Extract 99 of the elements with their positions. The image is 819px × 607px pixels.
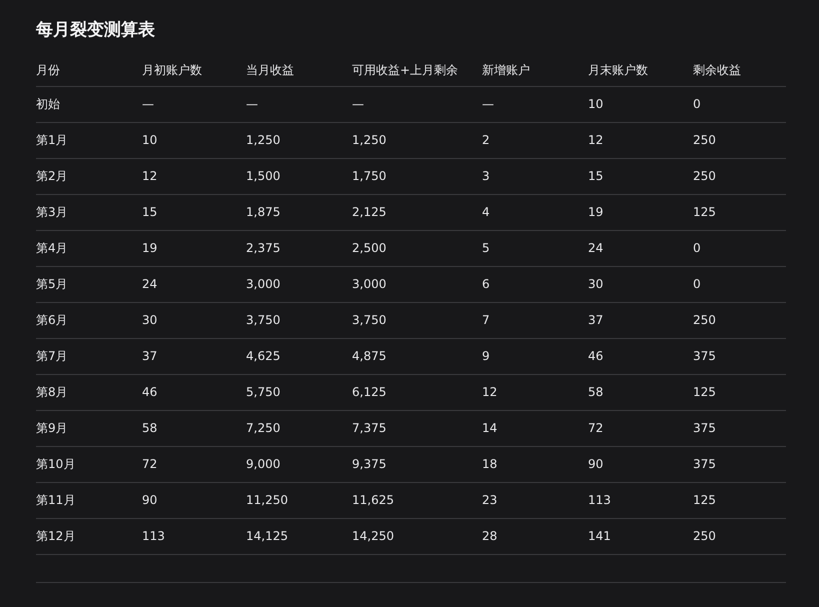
table-cell: 9,000 xyxy=(246,446,352,482)
table-cell: 375 xyxy=(693,338,786,374)
table-cell: 3,000 xyxy=(352,266,482,302)
table-cell: 250 xyxy=(693,518,786,554)
column-header: 月末账户数 xyxy=(588,55,693,86)
table-cell: 初始 xyxy=(36,86,142,122)
table-cell: 125 xyxy=(693,482,786,518)
table-cell: 250 xyxy=(693,158,786,194)
table-cell: — xyxy=(482,86,588,122)
table-cell: 15 xyxy=(588,158,693,194)
table-cell: 3,750 xyxy=(352,302,482,338)
table-cell: 375 xyxy=(693,446,786,482)
table-cell: 15 xyxy=(142,194,246,230)
table-cell: 113 xyxy=(142,518,246,554)
table-cell: 72 xyxy=(142,446,246,482)
table-cell: 4 xyxy=(482,194,588,230)
table-cell: 7 xyxy=(482,302,588,338)
table-cell: 46 xyxy=(588,338,693,374)
table-cell: 37 xyxy=(588,302,693,338)
table-cell: 37 xyxy=(142,338,246,374)
column-header: 新增账户 xyxy=(482,55,588,86)
table-cell: 72 xyxy=(588,410,693,446)
table-cell: 12 xyxy=(588,122,693,158)
table-cell: 14 xyxy=(482,410,588,446)
table-cell: 125 xyxy=(693,374,786,410)
table-cell: 第11月 xyxy=(36,482,142,518)
table-cell: 0 xyxy=(693,86,786,122)
table-cell: 141 xyxy=(588,518,693,554)
table-cell: 2,125 xyxy=(352,194,482,230)
table-cell: 2,375 xyxy=(246,230,352,266)
table-cell: 46 xyxy=(142,374,246,410)
table-cell: 5,750 xyxy=(246,374,352,410)
table-cell: 1,250 xyxy=(352,122,482,158)
table-cell: 14,250 xyxy=(352,518,482,554)
table-cell: 2,500 xyxy=(352,230,482,266)
table-title: 每月裂变测算表 xyxy=(36,19,156,42)
table-cell: 18 xyxy=(482,446,588,482)
table-cell: 1,875 xyxy=(246,194,352,230)
column-header: 当月收益 xyxy=(246,55,352,86)
column-header: 月初账户数 xyxy=(142,55,246,86)
table-cell: 58 xyxy=(142,410,246,446)
table-cell: 11,625 xyxy=(352,482,482,518)
table-cell: 第3月 xyxy=(36,194,142,230)
table-cell: 58 xyxy=(588,374,693,410)
table-cell: 30 xyxy=(588,266,693,302)
table-cell: 9 xyxy=(482,338,588,374)
table-cell: 12 xyxy=(142,158,246,194)
table-cell: 第4月 xyxy=(36,230,142,266)
table-cell: 375 xyxy=(693,410,786,446)
table-cell: 第12月 xyxy=(36,518,142,554)
table-cell: 30 xyxy=(142,302,246,338)
table-cell: 28 xyxy=(482,518,588,554)
table-cell: — xyxy=(246,86,352,122)
table-cell: 10 xyxy=(142,122,246,158)
table-cell: 12 xyxy=(482,374,588,410)
column-header: 月份 xyxy=(36,55,142,86)
table-cell: 11,250 xyxy=(246,482,352,518)
table-cell: 0 xyxy=(693,230,786,266)
table-cell: 4,625 xyxy=(246,338,352,374)
table-cell: — xyxy=(142,86,246,122)
table-cell: 1,750 xyxy=(352,158,482,194)
table-cell: 第7月 xyxy=(36,338,142,374)
table-cell: 9,375 xyxy=(352,446,482,482)
table-cell: 第10月 xyxy=(36,446,142,482)
table-cell: 23 xyxy=(482,482,588,518)
table-cell: 14,125 xyxy=(246,518,352,554)
table-cell: 250 xyxy=(693,122,786,158)
table-cell: 113 xyxy=(588,482,693,518)
table-cell: 24 xyxy=(142,266,246,302)
table-cell: 24 xyxy=(588,230,693,266)
table-cell: 19 xyxy=(142,230,246,266)
table-cell: 7,375 xyxy=(352,410,482,446)
column-header: 剩余收益 xyxy=(693,55,786,86)
table-cell: 第8月 xyxy=(36,374,142,410)
table-cell: 3,750 xyxy=(246,302,352,338)
table-cell: 6 xyxy=(482,266,588,302)
table-cell: 1,250 xyxy=(246,122,352,158)
table-cell: 4,875 xyxy=(352,338,482,374)
table-cell: 90 xyxy=(588,446,693,482)
table-cell: 125 xyxy=(693,194,786,230)
table-cell: 第9月 xyxy=(36,410,142,446)
table-cell: 3 xyxy=(482,158,588,194)
table-cell: 19 xyxy=(588,194,693,230)
table-cell: 6,125 xyxy=(352,374,482,410)
table-cell: 第1月 xyxy=(36,122,142,158)
table-cell: — xyxy=(352,86,482,122)
table-cell: 10 xyxy=(588,86,693,122)
table-cell: 90 xyxy=(142,482,246,518)
table-cell: 第2月 xyxy=(36,158,142,194)
table-cell: 3,000 xyxy=(246,266,352,302)
table-cell: 第6月 xyxy=(36,302,142,338)
table-cell: 1,500 xyxy=(246,158,352,194)
table-cell: 0 xyxy=(693,266,786,302)
table-cell: 2 xyxy=(482,122,588,158)
table-cell: 7,250 xyxy=(246,410,352,446)
table-cell: 250 xyxy=(693,302,786,338)
table-cell: 第5月 xyxy=(36,266,142,302)
table-cell: 5 xyxy=(482,230,588,266)
column-header: 可用收益+上月剩余 xyxy=(352,55,482,86)
